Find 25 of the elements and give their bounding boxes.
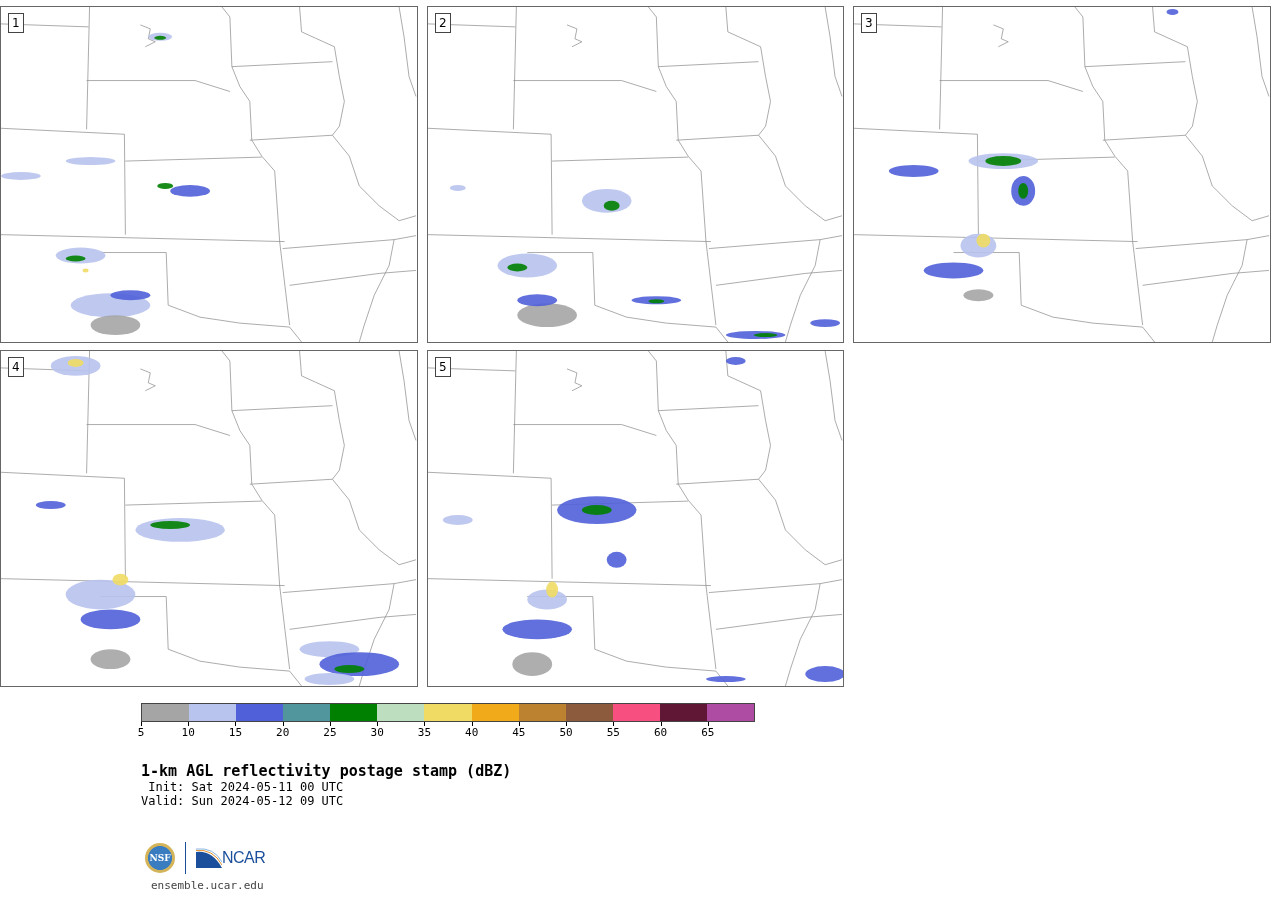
tick-label: 45 [512,726,526,739]
site-url: ensemble.ucar.edu [151,879,265,892]
tick-label: 50 [559,726,573,739]
init-time: Init: Sat 2024-05-11 00 UTC [147,780,345,794]
tick-label: 30 [370,726,384,739]
tick-label: 60 [653,726,668,739]
tick-label: 55 [606,726,620,739]
ncar-arc-icon [196,848,222,868]
tick-label: 15 [228,726,243,739]
panel-number: 1 [8,13,24,33]
tick-label: 20 [276,726,290,739]
panel-number: 3 [861,13,877,33]
valid-time: Valid: Sun 2024-05-12 09 UTC [141,794,345,808]
tick-label: 10 [181,726,195,739]
tick-label: 40 [465,726,479,739]
panel-number: 5 [435,357,451,377]
tick-label: 65 [701,726,715,739]
nsf-logo: NSF [145,843,175,873]
tick-label: 35 [417,726,432,739]
panel-number: 4 [8,357,24,377]
tick-label: 5 [137,726,145,739]
panel-number: 2 [435,13,451,33]
ncar-logo-text: NCAR [222,849,266,867]
chart-title: 1-km AGL reflectivity postage stamp (dBZ) [141,762,513,780]
tick-label: 25 [323,726,337,739]
